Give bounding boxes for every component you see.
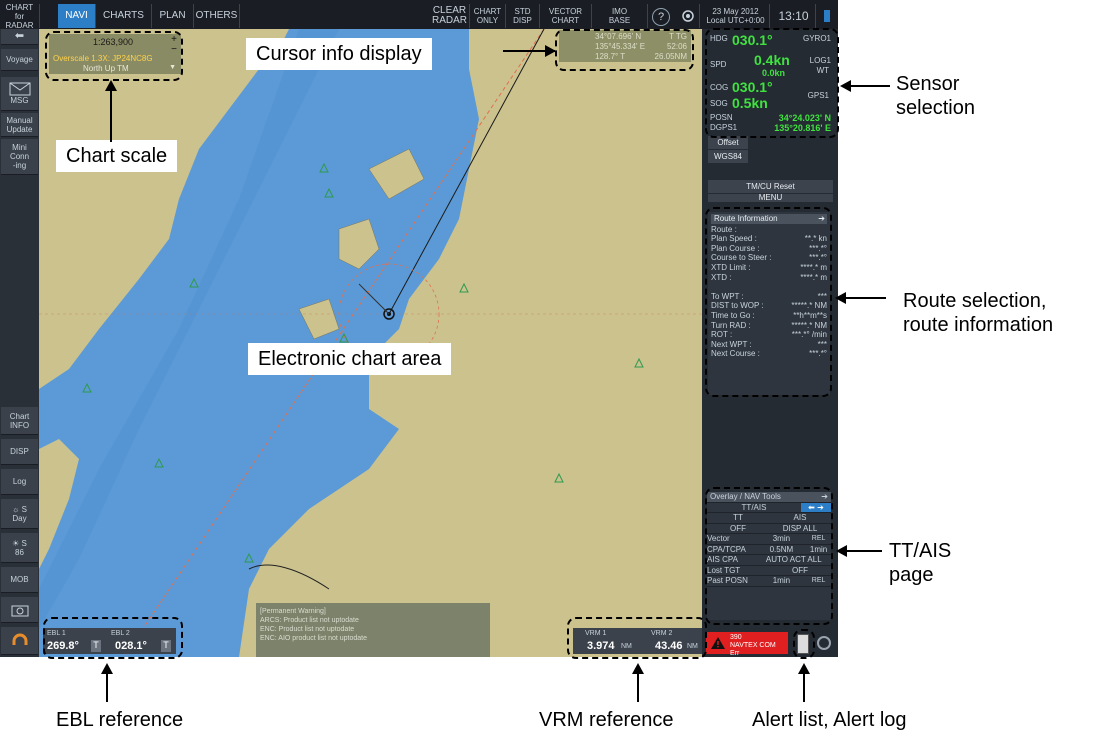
tab-others[interactable]: OTHERS bbox=[194, 4, 240, 28]
imo-base-button[interactable]: IMO BASE bbox=[592, 4, 648, 28]
chart-scale-arrow bbox=[110, 84, 112, 142]
route-info-highlight bbox=[705, 207, 832, 397]
permanent-warning-box[interactable]: [Permanent Warning] ARCS: Product list n… bbox=[256, 603, 490, 657]
brilliance-button[interactable]: ☀ S 86 bbox=[1, 533, 38, 563]
tab-charts[interactable]: CHARTS bbox=[96, 4, 152, 28]
headset-button[interactable] bbox=[1, 627, 38, 655]
disp-button[interactable]: DISP bbox=[1, 439, 38, 465]
route-arrowhead bbox=[835, 292, 846, 304]
chart-info-button[interactable]: Chart INFO bbox=[1, 407, 38, 435]
camera-icon bbox=[11, 605, 28, 616]
vector-chart-button[interactable]: VECTOR CHART bbox=[540, 4, 592, 28]
warning-triangle-icon bbox=[711, 637, 725, 649]
datum-display: WGS84 bbox=[708, 150, 748, 163]
chart-only-button[interactable]: CHART ONLY bbox=[470, 4, 506, 28]
envelope-icon bbox=[9, 82, 30, 96]
tab-navi[interactable]: NAVI bbox=[58, 4, 96, 28]
clock-display: 13:10 bbox=[772, 4, 816, 28]
sensor-highlight bbox=[705, 28, 839, 138]
voyage-button[interactable]: Voyage bbox=[1, 49, 38, 71]
manual-update-button[interactable]: Manual Update bbox=[1, 113, 38, 137]
chart-scale-callout: Chart scale bbox=[56, 140, 178, 172]
date-display: 23 May 2012 Local UTC+0:00 bbox=[702, 4, 770, 28]
chart-scale-highlight bbox=[45, 31, 183, 81]
chart-area-callout: Electronic chart area bbox=[248, 343, 452, 375]
cursor-info-highlight bbox=[555, 29, 694, 71]
status-icon bbox=[818, 4, 836, 28]
cursor-info-callout: Cursor info display bbox=[246, 38, 432, 70]
mini-conning-button[interactable]: Mini Conn -ing bbox=[1, 139, 38, 175]
headset-icon bbox=[12, 633, 27, 645]
settings-gear-icon[interactable] bbox=[676, 4, 700, 28]
chart-for-radar-button[interactable]: CHART for RADAR bbox=[0, 3, 40, 30]
menu-button[interactable]: MENU bbox=[708, 194, 833, 202]
back-arrow-icon[interactable]: ⬅ bbox=[1, 29, 38, 45]
log-button[interactable]: Log bbox=[1, 469, 38, 495]
alert-box[interactable]: 390 NAVTEX COM Err bbox=[706, 632, 788, 657]
sun-moon-icon: ☼ S bbox=[12, 504, 27, 514]
day-mode-button[interactable]: ☼ S Day bbox=[1, 499, 38, 529]
vrm-callout: VRM reference bbox=[539, 709, 674, 731]
power-icon[interactable] bbox=[817, 636, 831, 650]
vrm-arrowhead bbox=[632, 663, 644, 674]
top-bar: CHART for RADAR NAVI CHARTS PLAN OTHERS … bbox=[0, 0, 838, 30]
msg-button[interactable]: MSG bbox=[1, 77, 38, 111]
ebl-callout: EBL reference bbox=[56, 709, 184, 731]
tab-plan[interactable]: PLAN bbox=[152, 4, 194, 28]
help-button[interactable]: ? bbox=[652, 8, 670, 26]
ebl-highlight bbox=[43, 617, 183, 659]
clear-radar-button[interactable]: CLEAR RADAR bbox=[430, 4, 470, 28]
mob-button[interactable]: MOB bbox=[1, 567, 38, 593]
sun-icon: ☀ S bbox=[12, 538, 27, 548]
std-disp-button[interactable]: STD DISP bbox=[506, 4, 540, 28]
sensor-arrowhead bbox=[840, 80, 851, 92]
ebl-arrowhead bbox=[101, 663, 113, 674]
screenshot-button[interactable] bbox=[1, 597, 38, 623]
ttais-arrowhead bbox=[836, 545, 847, 557]
ecdis-screen: CHART for RADAR NAVI CHARTS PLAN OTHERS … bbox=[0, 0, 1107, 733]
chart-scale-arrowhead bbox=[105, 80, 117, 91]
alert-list-highlight bbox=[793, 629, 815, 659]
alert-arrowhead bbox=[798, 663, 810, 674]
alert-callout: Alert list, Alert log bbox=[752, 709, 907, 731]
sensor-selection-callout: Sensor selection bbox=[896, 73, 975, 119]
left-sidebar: ⬅ Voyage MSG Manual Update Mini Conn -in… bbox=[0, 29, 39, 657]
tm-cu-reset-button[interactable]: TM/CU Reset bbox=[708, 180, 833, 193]
ttais-callout: TT/AIS page bbox=[889, 540, 952, 586]
vrm-highlight bbox=[567, 617, 707, 659]
route-selection-callout: Route selection, route information bbox=[903, 290, 1054, 336]
ttais-highlight bbox=[705, 487, 833, 625]
cursor-info-arrowhead bbox=[545, 45, 556, 57]
